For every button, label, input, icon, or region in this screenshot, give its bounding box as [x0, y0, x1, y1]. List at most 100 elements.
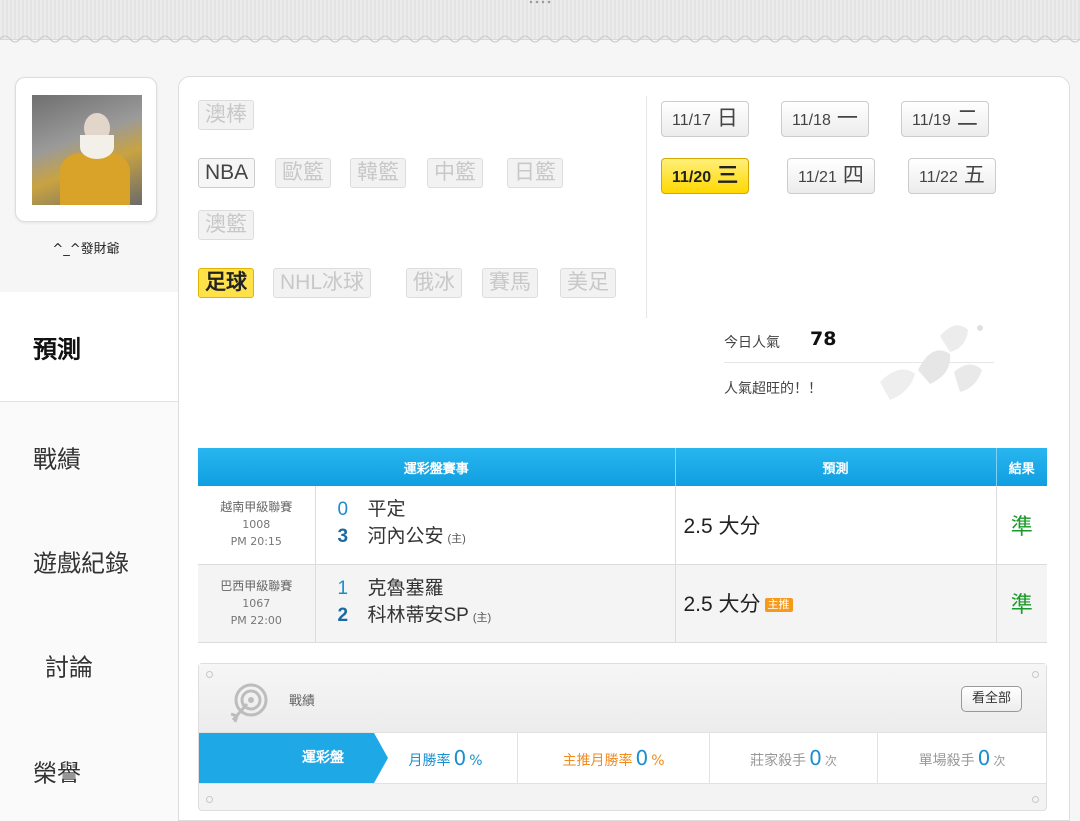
- weekday-label: 三: [717, 164, 739, 187]
- league-cell: 越南甲級聯賽 1008 PM 20:15: [198, 486, 316, 565]
- sidebar-item-game-log[interactable]: 遊戲紀錄: [0, 506, 178, 616]
- stat-label: 單場殺手: [918, 753, 975, 769]
- table-row: 越南甲級聯賽 1008 PM 20:15 0 平定 3 河內公安 (主) 2.5 大分…: [198, 486, 1047, 565]
- stat-banker-killer: 莊家殺手 0 次: [709, 733, 877, 783]
- record-header: 戰績 看全部: [199, 664, 1046, 732]
- game-time: PM 22:00: [230, 613, 282, 627]
- date-label: 11/18: [792, 112, 831, 129]
- sport-tag-russia-hockey[interactable]: 俄冰: [406, 268, 462, 298]
- sidebar-item-honor[interactable]: 榮譽: [0, 716, 178, 821]
- sport-tag-china-basketball[interactable]: 中籃: [427, 158, 483, 188]
- league-name: 越南甲級聯賽: [220, 500, 293, 515]
- date-label: 11/17: [672, 112, 711, 129]
- date-label: 11/22: [919, 169, 958, 186]
- date-button-1117[interactable]: 11/17 日: [661, 101, 749, 137]
- sidebar-item-label: 遊戲紀錄: [33, 550, 129, 577]
- stat-value: 0: [635, 746, 649, 770]
- sport-tag-aus-baseball[interactable]: 澳棒: [198, 100, 254, 130]
- result-cell: 準: [996, 564, 1047, 643]
- see-all-button[interactable]: 看全部: [960, 686, 1022, 712]
- home-team: 河內公安: [367, 526, 444, 548]
- sport-tag-nhl[interactable]: NHL冰球: [273, 268, 372, 298]
- target-icon: [230, 683, 268, 723]
- record-panel: 戰績 看全部 運彩盤 月勝率 0% 主推月勝率 0% 莊家殺手 0 次 單場殺手 0 次: [198, 663, 1047, 811]
- stat-value: 0: [809, 746, 822, 770]
- home-team: 科林蒂安SP: [367, 604, 469, 626]
- away-team: 平定: [367, 499, 406, 521]
- game-number: 1067: [242, 596, 271, 610]
- sidebar-item-label: 討論: [45, 654, 93, 681]
- pick-value: 2.5 大分: [683, 593, 761, 616]
- popularity-value: 78: [810, 328, 837, 350]
- game-time: PM 20:15: [230, 535, 282, 549]
- sport-tag-korea-basketball[interactable]: 韓籃: [350, 158, 406, 188]
- top-banner: [0, 0, 1080, 43]
- weekday-label: 一: [836, 107, 858, 130]
- sport-tag-american-football[interactable]: 美足: [560, 268, 616, 298]
- record-title: 戰績: [289, 694, 316, 709]
- banner-dots: [528, 0, 552, 4]
- teams-cell: 1 克魯塞羅 2 科林蒂安SP (主): [315, 564, 676, 643]
- sport-tag-nba[interactable]: NBA: [198, 158, 256, 188]
- decorative-graphic: [880, 325, 983, 400]
- result-cell: 準: [996, 486, 1047, 565]
- stat-label: 主推月勝率: [562, 753, 633, 769]
- sport-tag-horse-racing[interactable]: 賽馬: [482, 268, 538, 298]
- table-header-result: 結果: [996, 448, 1047, 486]
- sidebar-item-prediction[interactable]: 預測: [0, 292, 180, 402]
- date-button-1118[interactable]: 11/18 一: [781, 101, 869, 137]
- table-row: 巴西甲級聯賽 1067 PM 22:00 1 克魯塞羅 2 科林蒂安SP (主) 2.…: [198, 564, 1047, 643]
- sport-tag-euro-basketball[interactable]: 歐籃: [275, 158, 331, 188]
- stat-single-killer: 單場殺手 0 次: [877, 733, 1046, 783]
- sport-tag-soccer[interactable]: 足球: [198, 268, 254, 298]
- away-score: 1: [337, 577, 349, 599]
- home-tag: (主): [447, 533, 466, 546]
- table-header-event: 運彩盤賽事: [198, 448, 676, 486]
- stat-main-pick-win-rate: 主推月勝率 0%: [517, 733, 709, 783]
- username[interactable]: ^_^發財爺: [15, 238, 157, 257]
- sport-tag-aus-basketball[interactable]: 澳籃: [198, 210, 254, 240]
- popularity-note: 人氣超旺的！！: [724, 381, 822, 397]
- stat-value: 0: [453, 746, 467, 770]
- league-name: 巴西甲級聯賽: [220, 578, 293, 593]
- stat-unit: 次: [824, 754, 837, 768]
- date-button-1119[interactable]: 11/19 二: [901, 101, 989, 137]
- stat-value: 0: [977, 746, 991, 770]
- stat-unit: 次: [993, 754, 1006, 768]
- prediction-table: 運彩盤賽事 預測 結果 越南甲級聯賽 1008 PM 20:15 0 平定 3 河內…: [198, 448, 1047, 643]
- stat-unit: %: [651, 753, 665, 769]
- sidebar-item-label: 榮譽: [33, 760, 81, 787]
- away-team: 克魯塞羅: [367, 577, 444, 599]
- home-score: 2: [337, 604, 349, 626]
- pick-cell: 2.5 大分 主推: [675, 564, 997, 643]
- date-button-1121[interactable]: 11/21 四: [787, 158, 875, 194]
- stat-label: 莊家殺手: [750, 753, 807, 769]
- divider: [646, 96, 647, 318]
- tab-lottery[interactable]: 運彩盤: [199, 733, 388, 783]
- avatar-card[interactable]: [15, 77, 157, 222]
- pick-cell: 2.5 大分: [675, 486, 997, 565]
- game-number: 1008: [242, 518, 271, 532]
- avatar[interactable]: [32, 95, 142, 205]
- home-tag: (主): [472, 611, 492, 624]
- date-label: 11/20: [672, 169, 712, 186]
- weekday-label: 二: [956, 107, 978, 130]
- sidebar-item-discussion[interactable]: 討論: [0, 610, 178, 720]
- table-header-prediction: 預測: [675, 448, 997, 486]
- banner-wave: [0, 35, 1080, 43]
- sidebar-item-label: 預測: [33, 336, 81, 363]
- main-pick-badge: 主推: [764, 598, 793, 613]
- popularity-label: 今日人氣: [724, 335, 780, 351]
- home-score: 3: [337, 526, 349, 548]
- teams-cell: 0 平定 3 河內公安 (主): [315, 486, 676, 565]
- stat-unit: %: [469, 753, 483, 769]
- league-cell: 巴西甲級聯賽 1067 PM 22:00: [198, 564, 316, 643]
- pick-value: 2.5 大分: [683, 514, 761, 538]
- date-button-1122[interactable]: 11/22 五: [908, 158, 996, 194]
- stat-label: 月勝率: [408, 753, 451, 769]
- weekday-label: 日: [716, 107, 738, 130]
- sport-tag-japan-basketball[interactable]: 日籃: [507, 158, 563, 188]
- sidebar-item-record[interactable]: 戰績: [0, 402, 178, 512]
- away-score: 0: [337, 499, 349, 521]
- date-button-1120[interactable]: 11/20 三: [661, 158, 750, 194]
